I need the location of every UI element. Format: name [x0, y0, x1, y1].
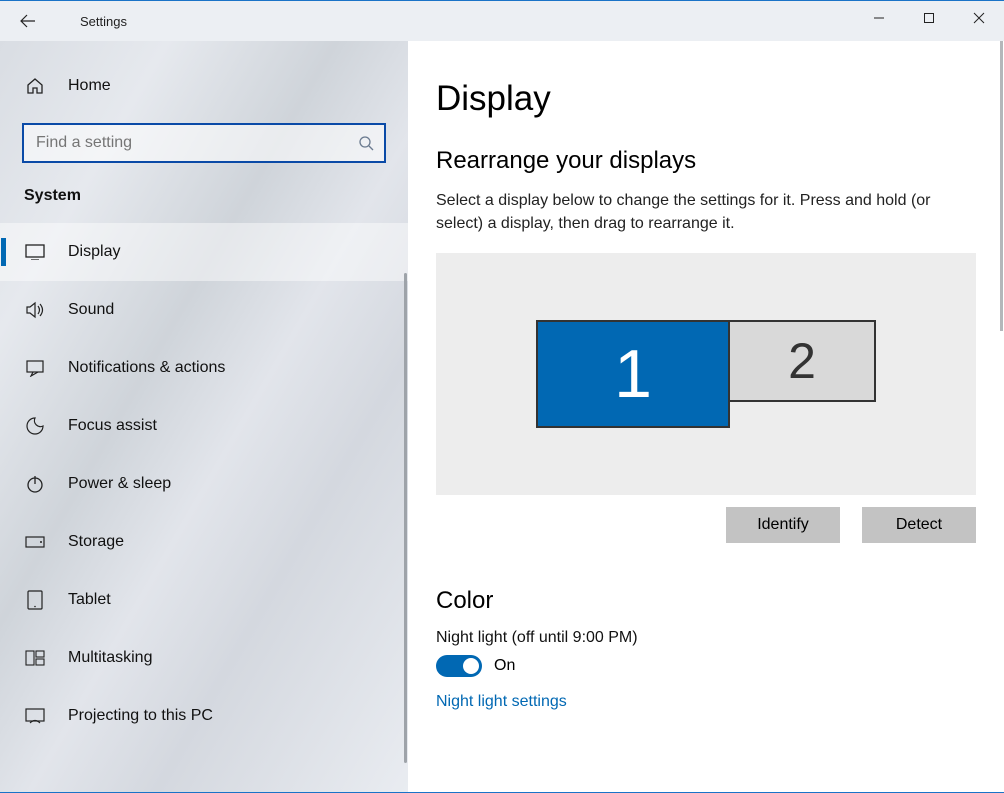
sound-icon — [24, 299, 46, 321]
sidebar-item-label: Focus assist — [68, 417, 157, 435]
display-tile-2[interactable]: 2 — [730, 320, 876, 402]
maximize-icon — [923, 12, 935, 24]
display-buttons-row: Identify Detect — [436, 507, 976, 543]
sidebar-item-projecting[interactable]: Projecting to this PC — [0, 687, 408, 745]
home-icon — [24, 75, 46, 97]
detect-button[interactable]: Detect — [862, 507, 976, 543]
sidebar-item-label: Display — [68, 243, 120, 261]
sidebar-item-label: Projecting to this PC — [68, 707, 213, 725]
search-input[interactable] — [34, 133, 358, 153]
maximize-button[interactable] — [904, 1, 954, 35]
sidebar-item-label: Sound — [68, 301, 114, 319]
rearrange-heading: Rearrange your displays — [436, 147, 968, 175]
display-icon — [24, 241, 46, 263]
sidebar-item-notifications[interactable]: Notifications & actions — [0, 339, 408, 397]
projecting-icon — [24, 705, 46, 727]
storage-icon — [24, 531, 46, 553]
window-body: Home System Display — [0, 41, 1004, 792]
color-section: Color Night light (off until 9:00 PM) On… — [436, 587, 968, 711]
sidebar-section-label: System — [0, 173, 408, 223]
focus-assist-icon — [24, 415, 46, 437]
sidebar-item-tablet[interactable]: Tablet — [0, 571, 408, 629]
back-arrow-icon — [20, 13, 36, 29]
sidebar-item-focus-assist[interactable]: Focus assist — [0, 397, 408, 455]
minimize-icon — [873, 12, 885, 24]
multitasking-icon — [24, 647, 46, 669]
display-arrangement-area[interactable]: 1 2 — [436, 253, 976, 495]
minimize-button[interactable] — [854, 1, 904, 35]
search-box[interactable] — [22, 123, 386, 163]
titlebar-left: Settings — [0, 1, 127, 41]
night-light-toggle-row: On — [436, 655, 968, 677]
sidebar-scrollbar[interactable] — [404, 273, 407, 763]
sidebar-item-storage[interactable]: Storage — [0, 513, 408, 571]
back-button[interactable] — [14, 7, 42, 35]
sidebar-item-label: Storage — [68, 533, 124, 551]
sidebar-item-sound[interactable]: Sound — [0, 281, 408, 339]
sidebar-item-label: Multitasking — [68, 649, 152, 667]
night-light-toggle[interactable] — [436, 655, 482, 677]
settings-window: Settings Home — [0, 0, 1004, 793]
close-button[interactable] — [954, 1, 1004, 35]
sidebar-home-label: Home — [68, 77, 111, 95]
identify-button[interactable]: Identify — [726, 507, 840, 543]
sidebar-item-multitasking[interactable]: Multitasking — [0, 629, 408, 687]
notifications-icon — [24, 357, 46, 379]
night-light-label: Night light (off until 9:00 PM) — [436, 629, 968, 647]
rearrange-description: Select a display below to change the set… — [436, 189, 968, 235]
sidebar-item-display[interactable]: Display — [0, 223, 408, 281]
power-icon — [24, 473, 46, 495]
toggle-knob — [463, 658, 479, 674]
display-tile-1[interactable]: 1 — [536, 320, 730, 428]
display-row: 1 2 — [536, 320, 876, 428]
toggle-state-text: On — [494, 657, 515, 675]
night-light-settings-link[interactable]: Night light settings — [436, 693, 968, 711]
sidebar-item-power-sleep[interactable]: Power & sleep — [0, 455, 408, 513]
color-heading: Color — [436, 587, 968, 615]
page-title: Display — [436, 79, 968, 119]
sidebar-item-home[interactable]: Home — [0, 57, 408, 115]
main-scrollbar[interactable] — [1000, 41, 1003, 331]
sidebar: Home System Display — [0, 41, 408, 792]
titlebar: Settings — [0, 1, 1004, 41]
search-container — [22, 123, 386, 163]
sidebar-item-label: Power & sleep — [68, 475, 171, 493]
tablet-icon — [24, 589, 46, 611]
close-icon — [973, 12, 985, 24]
sidebar-item-label: Notifications & actions — [68, 359, 225, 377]
main-content: Display Rearrange your displays Select a… — [408, 41, 1004, 792]
search-icon — [358, 135, 374, 151]
window-controls — [854, 1, 1004, 41]
window-title: Settings — [80, 1, 127, 41]
sidebar-item-label: Tablet — [68, 591, 111, 609]
